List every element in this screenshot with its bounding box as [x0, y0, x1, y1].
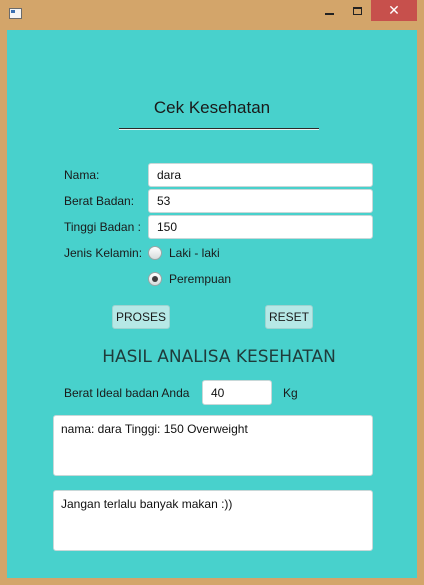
maximize-icon: [352, 6, 362, 15]
gender-radio-female[interactable]: [148, 272, 162, 286]
height-label: Tinggi Badan :: [64, 220, 141, 234]
name-field[interactable]: [148, 163, 373, 187]
weight-label: Berat Badan:: [64, 194, 135, 208]
minimize-icon: [324, 12, 334, 15]
ideal-weight-unit: Kg: [283, 386, 298, 400]
gender-label: Jenis Kelamin:: [64, 246, 143, 260]
weight-field[interactable]: [148, 189, 373, 213]
process-button[interactable]: PROSES: [112, 305, 170, 329]
close-button[interactable]: ✕: [371, 0, 417, 21]
title-separator: [119, 128, 319, 130]
result-advice-area[interactable]: Jangan terlalu banyak makan :)): [53, 490, 373, 551]
maximize-button[interactable]: [343, 0, 371, 21]
result-summary-area[interactable]: nama: dara Tinggi: 150 Overweight: [53, 415, 373, 476]
result-heading: HASIL ANALISA KESEHATAN: [102, 347, 336, 367]
gender-option-female-label[interactable]: Perempuan: [169, 272, 231, 286]
page-title: Cek Kesehatan: [153, 98, 271, 117]
height-field[interactable]: [148, 215, 373, 239]
close-icon: ✕: [388, 2, 400, 19]
name-label: Nama:: [64, 168, 100, 182]
window-title-bar[interactable]: ✕: [0, 0, 424, 28]
minimize-button[interactable]: [315, 0, 343, 21]
ideal-weight-label: Berat Ideal badan Anda: [64, 386, 190, 400]
reset-button[interactable]: RESET: [265, 305, 313, 329]
ideal-weight-field[interactable]: [202, 380, 272, 405]
gender-radio-male[interactable]: [148, 246, 162, 260]
gender-option-male-label[interactable]: Laki - laki: [169, 246, 220, 260]
app-window-icon: [9, 8, 22, 19]
